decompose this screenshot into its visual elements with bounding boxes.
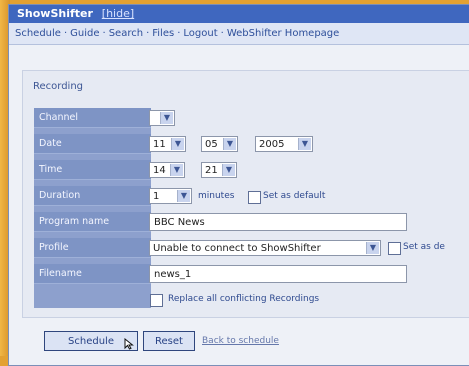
- program-name-label: Program name: [34, 212, 151, 232]
- chevron-down-icon: ▼: [170, 164, 183, 176]
- date-label: Date: [34, 134, 151, 154]
- date-year-select[interactable]: 2005 ▼: [255, 136, 313, 152]
- time-row: Time 14 ▼ 21 ▼: [23, 160, 469, 180]
- reset-button[interactable]: Reset: [143, 331, 195, 351]
- recording-panel: Recording Channel ▼ Date 11 ▼ 05 ▼ 2005 …: [22, 70, 469, 318]
- program-name-input[interactable]: BBC News: [149, 213, 407, 231]
- duration-value: 1: [153, 191, 160, 202]
- nav-schedule[interactable]: Schedule: [15, 28, 61, 39]
- chevron-down-icon: ▼: [171, 138, 184, 150]
- profile-label: Profile: [34, 238, 151, 258]
- duration-row: Duration 1 ▼ minutes Set as default: [23, 186, 469, 206]
- filename-value: news_1: [154, 269, 192, 280]
- chevron-down-icon: ▼: [160, 112, 173, 124]
- title-bar: ShowShifter [hide]: [9, 5, 469, 23]
- program-name-row: Program name BBC News: [23, 212, 469, 232]
- time-hour-select[interactable]: 14 ▼: [149, 162, 185, 178]
- replace-row: Replace all conflicting Recordings: [23, 290, 469, 310]
- duration-unit: minutes: [198, 191, 235, 201]
- time-label: Time: [34, 160, 151, 180]
- navigation-bar: Schedule · Guide · Search · Files · Logout · WebSh…: [9, 23, 469, 45]
- program-name-value: BBC News: [154, 217, 205, 228]
- chevron-down-icon: ▼: [366, 242, 379, 254]
- nav-separator: ·: [220, 28, 224, 39]
- date-row: Date 11 ▼ 05 ▼ 2005 ▼: [23, 134, 469, 154]
- duration-select[interactable]: 1 ▼: [149, 188, 192, 204]
- profile-row: Profile Unable to connect to ShowShifter…: [23, 238, 469, 258]
- channel-select[interactable]: ▼: [149, 110, 175, 126]
- date-month-select[interactable]: 05 ▼: [201, 136, 238, 152]
- filename-label: Filename: [34, 264, 151, 284]
- nav-guide[interactable]: Guide: [70, 28, 99, 39]
- profile-select[interactable]: Unable to connect to ShowShifter ▼: [149, 240, 381, 256]
- replace-conflicting-label: Replace all conflicting Recordings: [168, 294, 320, 304]
- nav-logout[interactable]: Logout: [183, 28, 217, 39]
- hide-link[interactable]: [hide]: [102, 7, 134, 20]
- set-as-default-label: Set as default: [263, 191, 326, 201]
- date-month-value: 05: [205, 139, 218, 150]
- panel-title: Recording: [33, 81, 84, 92]
- nav-webshifter-homepage[interactable]: WebShifter Homepage: [227, 28, 339, 39]
- nav-separator: ·: [102, 28, 106, 39]
- chevron-down-icon: ▼: [177, 190, 190, 202]
- profile-default-label: Set as de: [403, 242, 445, 252]
- channel-label: Channel: [34, 108, 151, 128]
- duration-label: Duration: [34, 186, 151, 206]
- time-minute-select[interactable]: 21 ▼: [201, 162, 237, 178]
- profile-default-checkbox[interactable]: [388, 242, 401, 255]
- back-to-schedule-link[interactable]: Back to schedule: [202, 336, 279, 346]
- channel-row: Channel ▼: [23, 108, 469, 128]
- nav-separator: ·: [146, 28, 150, 39]
- filename-row: Filename news_1: [23, 264, 469, 284]
- profile-value: Unable to connect to ShowShifter: [153, 243, 321, 254]
- nav-separator: ·: [63, 28, 68, 39]
- nav-search[interactable]: Search: [109, 28, 143, 39]
- chevron-down-icon: ▼: [222, 164, 235, 176]
- date-day-value: 11: [153, 139, 166, 150]
- filename-input[interactable]: news_1: [149, 265, 407, 283]
- set-as-default-checkbox[interactable]: [248, 191, 261, 204]
- nav-files[interactable]: Files: [152, 28, 174, 39]
- date-year-value: 2005: [259, 139, 285, 150]
- time-hour-value: 14: [153, 165, 166, 176]
- time-minute-value: 21: [205, 165, 218, 176]
- nav-separator: ·: [177, 28, 181, 39]
- window-title: ShowShifter: [17, 7, 93, 20]
- chevron-down-icon: ▼: [298, 138, 311, 150]
- replace-conflicting-checkbox[interactable]: [150, 294, 163, 307]
- chevron-down-icon: ▼: [223, 138, 236, 150]
- mouse-cursor-icon: [124, 338, 134, 350]
- date-day-select[interactable]: 11 ▼: [149, 136, 186, 152]
